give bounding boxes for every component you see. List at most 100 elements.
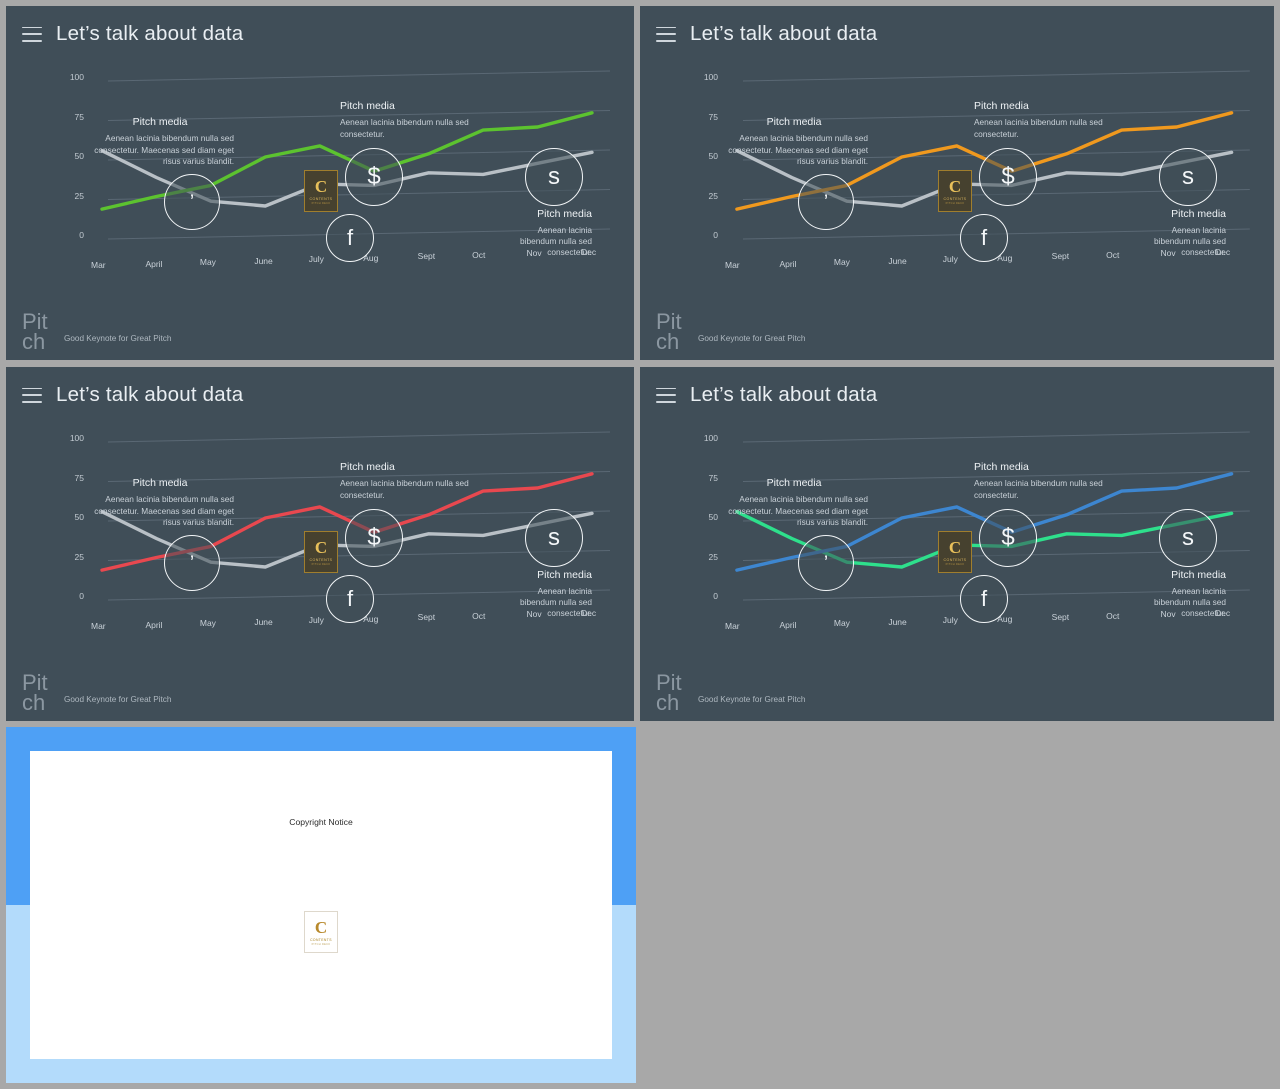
contents-badge-icon: C CONTENTS PITCH DECK [304, 531, 338, 573]
y-axis-tick: 0 [713, 591, 718, 601]
x-axis-tick: Sept [1051, 612, 1070, 623]
page-title: Let’s talk about data [690, 22, 878, 45]
line-chart: 100 75 50 25 0 Mar April May June July Aug Sept Oct N… [6, 58, 634, 288]
dollar-marker[interactable]: $ [345, 509, 403, 567]
callout-title: Pitch media [340, 100, 395, 112]
marker-glyph: ’ [823, 552, 829, 574]
callout-title: Pitch media [132, 477, 188, 489]
hamburger-icon[interactable] [22, 387, 42, 403]
x-axis-tick: May [833, 257, 850, 268]
footer-tagline: Good Keynote for Great Pitch [698, 334, 806, 343]
callout-body: Aenean lacinia bibendum nulla sed consec… [340, 117, 469, 139]
copyright-title: Copyright Notice [289, 817, 353, 827]
callout-left: Pitch media Aenean lacinia bibendum nulla… [86, 116, 234, 168]
x-axis-tick: May [199, 257, 216, 268]
twitter-marker[interactable]: ’ [798, 535, 854, 591]
footer-brand: Pitch [22, 670, 48, 715]
skype-marker[interactable]: s [525, 148, 583, 206]
y-axis-tick: 25 [74, 551, 84, 562]
y-axis-tick: 25 [74, 190, 84, 201]
x-axis-tick: Mar [725, 621, 740, 631]
x-axis-tick: Oct [1106, 610, 1120, 621]
x-axis-tick: Mar [91, 260, 106, 270]
marker-glyph: s [1182, 524, 1194, 551]
slide-header: Let’s talk about data [640, 6, 1274, 62]
hamburger-icon[interactable] [656, 387, 676, 403]
x-axis-tick: Sept [1051, 251, 1070, 262]
marker-glyph: ’ [823, 191, 829, 213]
x-axis-tick: June [888, 616, 907, 627]
page-title: Let’s talk about data [56, 22, 244, 45]
y-axis-tick: 100 [703, 433, 718, 443]
line-chart: 100 75 50 25 0 Mar April May June July Aug Sept Oct N… [640, 419, 1274, 649]
slide-panel-2[interactable]: Let’s talk about data 100 75 50 25 0 Mar April M… [640, 6, 1274, 360]
y-axis-tick: 100 [69, 72, 84, 82]
x-axis-tick: April [145, 619, 163, 630]
callout-body: Aenean lacinia bibendum nulla sed consec… [94, 494, 234, 527]
callout-body: Aenean lacinia bibendum nulla sed consec… [974, 478, 1103, 500]
callout-body: Aenean lacinia bibendum nulla sed consec… [94, 133, 234, 166]
skype-marker[interactable]: s [525, 509, 583, 567]
line-chart: 100 75 50 25 0 Mar April May June July Aug Sept Oct N… [640, 58, 1274, 288]
callout-title: Pitch media [537, 569, 592, 581]
dollar-marker[interactable]: $ [979, 148, 1037, 206]
callout-title: Pitch media [1171, 208, 1226, 220]
x-axis-tick: Sept [417, 612, 436, 623]
y-axis-tick: 75 [708, 472, 718, 483]
x-axis-tick: June [254, 255, 273, 266]
x-axis-tick: June [254, 616, 273, 627]
copyright-card: Copyright Notice C CONTENTS PITCH DECK [30, 751, 612, 1059]
callout-right: Pitch media Aenean lacinia bibendum nulla… [1148, 208, 1226, 258]
twitter-marker[interactable]: ’ [164, 174, 220, 230]
contents-badge-icon: C CONTENTS PITCH DECK [304, 170, 338, 212]
hamburger-icon[interactable] [656, 26, 676, 42]
callout-body: Aenean lacinia bibendum nulla sed consec… [520, 586, 592, 618]
slide-footer: Pitch Good Keynote for Great Pitch [656, 670, 805, 715]
footer-brand: Pitch [656, 670, 682, 715]
page-title: Let’s talk about data [690, 383, 878, 406]
x-axis-tick: Mar [91, 621, 106, 631]
callout-body: Aenean lacinia bibendum nulla sed consec… [728, 494, 868, 527]
contents-logo-icon: C CONTENTS PITCH DECK [304, 911, 338, 953]
slide-panel-3[interactable]: Let’s talk about data 100 75 50 25 0 Mar April M… [6, 367, 634, 721]
footer-brand: Pitch [656, 309, 682, 354]
facebook-marker[interactable]: f [326, 575, 374, 623]
slide-grid: Let’s talk about data 100 75 50 25 0 Mar April M… [0, 0, 1280, 1089]
marker-glyph: f [346, 586, 354, 611]
marker-glyph: $ [367, 163, 381, 190]
dollar-marker[interactable]: $ [345, 148, 403, 206]
callout-body: Aenean lacinia bibendum nulla sed consec… [728, 133, 868, 166]
y-axis-tick: 25 [708, 551, 718, 562]
y-axis-tick: 0 [713, 230, 718, 240]
y-axis-tick: 50 [708, 151, 718, 161]
slide-panel-1[interactable]: Let’s talk about data 100 75 50 25 0 Mar April M… [6, 6, 634, 360]
skype-marker[interactable]: s [1159, 509, 1217, 567]
footer-tagline: Good Keynote for Great Pitch [698, 695, 806, 704]
contents-badge-icon: C CONTENTS PITCH DECK [938, 531, 972, 573]
x-axis-tick: July [308, 254, 324, 265]
skype-marker[interactable]: s [1159, 148, 1217, 206]
twitter-marker[interactable]: ’ [798, 174, 854, 230]
x-axis-tick: July [308, 615, 324, 626]
facebook-marker[interactable]: f [326, 214, 374, 262]
y-axis-tick: 0 [79, 230, 84, 240]
slide-panel-copyright[interactable]: Copyright Notice C CONTENTS PITCH DECK [6, 727, 636, 1083]
marker-glyph: $ [1001, 524, 1015, 551]
marker-glyph: ’ [189, 191, 195, 213]
facebook-marker[interactable]: f [960, 214, 1008, 262]
twitter-marker[interactable]: ’ [164, 535, 220, 591]
footer-brand: Pitch [22, 309, 48, 354]
y-axis-tick: 75 [74, 111, 84, 122]
slide-footer: Pitch Good Keynote for Great Pitch [22, 309, 171, 354]
footer-tagline: Good Keynote for Great Pitch [64, 334, 172, 343]
dollar-marker[interactable]: $ [979, 509, 1037, 567]
callout-title: Pitch media [340, 461, 395, 473]
callout-title: Pitch media [537, 208, 592, 220]
x-axis-tick: April [779, 619, 797, 630]
slide-panel-4[interactable]: Let’s talk about data 100 75 50 25 0 Mar April M… [640, 367, 1274, 721]
marker-glyph: f [346, 225, 354, 250]
logo-line2: PITCH DECK [311, 942, 331, 946]
hamburger-icon[interactable] [22, 26, 42, 42]
facebook-marker[interactable]: f [960, 575, 1008, 623]
logo-letter: C [314, 917, 328, 937]
